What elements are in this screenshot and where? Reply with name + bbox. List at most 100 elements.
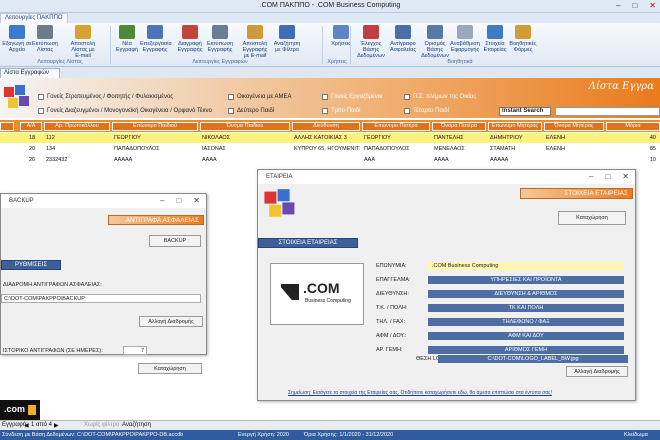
company-field-value[interactable]: ΑΡΙΘΜΟΣ ΓΕΜΗ <box>428 346 624 354</box>
table-row[interactable]: 18 112 ΓΕΩΡΓΙΟΥ ΝΙΚΟΛΑΟΣ ΑΛΛΗΣ ΚΑΤΟΙΚΙΑΣ 3 ΓΕ… <box>0 133 660 143</box>
ribbon-button-12[interactable]: Ορισμός Βάσης Δεδομένων <box>420 25 450 59</box>
no-filter-label[interactable]: Χωρίς φίλτρο <box>84 422 119 428</box>
table-cell: ΠΑΠΑΔΟΠΟΥΛΟΣ <box>364 146 410 152</box>
filter-checkbox-5[interactable]: Γονείς Διαζευγμένοι / Μονογονεϊκή Οικογέ… <box>38 108 212 114</box>
company-field-label: ΔΙΕΥΘΥΝΣΗ: <box>376 291 409 297</box>
table-cell: ΕΛΕΝΗ <box>546 146 565 152</box>
ribbon-button-10[interactable]: Έλεγχος Βάσης Δεδομένων <box>356 25 386 59</box>
ribbon-button-11[interactable]: Αντίγραφο Ασφαλείας <box>388 25 418 53</box>
delete-user-icon <box>182 25 198 39</box>
email-icon <box>75 25 91 39</box>
logo-path-field[interactable]: C:\DOT-COM\LOGO_LABEL_BW.jpg <box>438 355 628 363</box>
ribbon-button-3[interactable]: Νέα Εγγραφή <box>112 25 142 53</box>
table-header-cell[interactable]: Επώνυμο Πατέρα <box>362 122 430 131</box>
ribbon-button-13[interactable]: Αναβάθμιση Εφαρμογής <box>450 25 480 53</box>
company-field-value[interactable]: .COM Business Computing <box>428 262 624 270</box>
minimize-icon[interactable]: – <box>160 196 164 205</box>
close-icon[interactable]: ✕ <box>649 1 656 10</box>
ribbon-button-label: Αποστολή Λίστας με E-mail <box>70 41 96 59</box>
table-header: Α/Α Αρ. Πρωτοκόλλου Επώνυμο Παιδιού Όνομα Π… <box>0 120 660 132</box>
first-record-icon[interactable]: ◀ <box>24 422 29 429</box>
company-field-value[interactable]: ΥΠΗΡΕΣΙΕΣ ΚΑΙ ΠΡΟΪΟΝΤΑ <box>428 276 624 284</box>
ribbon-button-label: Νέα Εγγραφή <box>115 41 139 53</box>
filter-checkbox-2[interactable]: Οικογένεια με ΑΜΕΑ <box>228 94 292 100</box>
ribbon-button-9[interactable]: Χρήσεις <box>326 25 356 47</box>
close-icon[interactable]: ✕ <box>193 196 200 205</box>
maximize-icon[interactable]: □ <box>605 172 610 181</box>
ribbon-button-14[interactable]: Στοιχεία Εταιρείας <box>480 25 510 53</box>
change-path-button[interactable]: Αλλαγή Διαδρομής <box>139 316 203 327</box>
company-field-value[interactable]: ΔΙΕΥΘΥΝΣΗ & ΑΡΙΘΜΟΣ <box>428 290 624 298</box>
table-row[interactable]: 26 2332432 ΑΑΑΑΑ ΑΑΑΑ ΑΑΑ ΑΑΑΑ ΑΑΑΑΑ 10 <box>0 155 660 165</box>
history-days-label: ΙΣΤΟΡΙΚΟ ΑΝΤΙΓΡΑΦΩΝ (ΣΕ ΗΜΕΡΕΣ): <box>3 348 103 354</box>
company-field-value[interactable]: ΤΚ ΚΑΙ ΠΟΛΗ <box>428 304 624 312</box>
table-header-cell[interactable]: Αρ. Πρωτοκόλλου <box>44 122 110 131</box>
table-cell: ΑΑΑ <box>364 157 376 163</box>
table-header-cell[interactable]: Επώνυμο Παιδιού <box>112 122 198 131</box>
window-title: .COM ΠΑΚΠΠΟ - .COM Business Computing <box>259 2 401 9</box>
logo-text: .COM <box>303 280 340 296</box>
table-header-cell[interactable]: Όνομα Μητέρας <box>544 122 604 131</box>
tab-record-list[interactable]: Λίστα Εγγραφών <box>0 68 60 78</box>
table-header-cell[interactable]: Διεύθυνση <box>292 122 360 131</box>
backup-path-field[interactable]: C:\DOT-COM\PAKPPO\BACKUP <box>1 294 201 303</box>
table-header-cell[interactable]: Όνομα Πατέρα <box>432 122 486 131</box>
search-input[interactable] <box>555 107 660 116</box>
filter-checkbox-4[interactable]: Π.Σ. πλήρων της Οικίας <box>404 94 476 100</box>
table-cell: ΝΙΚΟΛΑΟΣ <box>202 135 231 141</box>
instant-search-label: Instant Search <box>499 107 551 116</box>
company-field-value[interactable]: ΤΗΛΕΦΩΝΟ / ΦΑΞ <box>428 318 624 326</box>
company-save-button[interactable]: Καταχώρηση <box>558 211 626 225</box>
backup-save-button[interactable]: Καταχώρηση <box>138 363 202 374</box>
record-position[interactable]: 1 από 4 <box>31 422 52 428</box>
ribbon-tab-functions[interactable]: Λειτουργίες ΠΑΚΠΠΟ <box>0 13 68 23</box>
ribbon-button-label: Εξαγωγή σε Αρχείο <box>2 41 32 53</box>
ribbon: Εξαγωγή σε Αρχείο Εκτύπωση Λίστας Αποστολή… <box>0 23 660 67</box>
close-icon[interactable]: ✕ <box>622 172 629 181</box>
filter-checkbox-7[interactable]: Τρίτο Παιδί <box>322 108 361 114</box>
filter-checkbox-6[interactable]: Δεύτερο Παιδί <box>228 108 274 114</box>
next-record-icon[interactable]: ▶ <box>54 422 59 429</box>
table-header-cell[interactable]: Όνομα Παιδιού <box>200 122 290 131</box>
table-row[interactable]: 20 134 ΠΑΠΑΔΟΠΟΥΛΟΣ ΙΑΣΟΝΑΣ ΚΥΠΡΟΥ 65, ΗΓΟΥΜ… <box>0 144 660 154</box>
backup-button[interactable]: BACKUP <box>149 235 201 247</box>
minimize-icon[interactable]: – <box>589 172 593 181</box>
filter-checkbox-1[interactable]: Γονείς Στρατευμένος / Φοιτητής / Φυλακισ… <box>38 94 173 100</box>
minimize-icon[interactable]: – <box>616 1 620 10</box>
ribbon-button-15[interactable]: Βοηθητικές Φόρμες <box>508 25 538 53</box>
company-change-path-button[interactable]: Αλλαγή Διαδρομής <box>566 366 628 377</box>
history-days-field[interactable]: 7 <box>123 346 147 355</box>
company-field-label: ΕΠΑΓΓΕΛΜΑ: <box>376 277 411 283</box>
ribbon-button-label: Επεξεργασία Εγγραφής <box>140 41 172 53</box>
ribbon-button-1[interactable]: Εκτύπωση Λίστας <box>30 25 60 53</box>
ribbon-button-2[interactable]: Αποστολή Λίστας με E-mail <box>68 25 98 59</box>
filter-checkbox-8[interactable]: Τέταρτο Παιδί <box>404 108 449 114</box>
table-cell: ΑΑΑΑΑ <box>490 157 509 163</box>
record-search-field[interactable]: Αναζήτηση <box>122 422 151 428</box>
ribbon-button-7[interactable]: Αποστολή Εγγραφής με E-mail <box>240 25 270 59</box>
table-header-select <box>0 122 14 131</box>
maximize-icon[interactable]: □ <box>176 196 181 205</box>
ribbon-button-8[interactable]: Αναζήτηση με Φίλτρο <box>272 25 302 53</box>
backup-header: ΑΝΤΙΓΡΑΦΑ ΑΣΦΑΛΕΙΑΣ <box>108 215 204 225</box>
ribbon-button-6[interactable]: Εκτύπωση Εγγραφής <box>205 25 235 53</box>
table-header-cell[interactable]: Μόρια <box>606 122 660 131</box>
new-user-icon <box>119 25 135 39</box>
ribbon-group-years: Χρήσεις <box>327 59 347 65</box>
table-cell <box>292 156 360 164</box>
ribbon-button-5[interactable]: Διαγραφή Εγγραφής <box>175 25 205 53</box>
db-define-icon <box>427 25 443 39</box>
table-header-cell[interactable]: Επώνυμο Μητέρας <box>488 122 542 131</box>
table-header-cell[interactable]: Α/Α <box>20 122 42 131</box>
filter-checkbox-3[interactable]: Γονείς Εργαζόμενοι <box>322 94 382 100</box>
ribbon-button-0[interactable]: Εξαγωγή σε Αρχείο <box>2 25 32 53</box>
company-field-label: Τ.Κ. / ΠΟΛΗ: <box>376 305 408 311</box>
ribbon-button-4[interactable]: Επεξεργασία Εγγραφής <box>140 25 172 53</box>
table-cell: 26 <box>28 157 36 163</box>
table-cell: ΓΕΩΡΓΙΟΥ <box>364 135 391 141</box>
dialog-title: BACKUP <box>9 198 34 204</box>
table-cell: 10 <box>649 157 656 163</box>
table-cell: ΙΑΣΟΝΑΣ <box>202 146 226 152</box>
maximize-icon[interactable]: □ <box>632 1 637 10</box>
company-field-value[interactable]: ΑΦΜ ΚΑΙ ΔΟΥ <box>428 332 624 340</box>
